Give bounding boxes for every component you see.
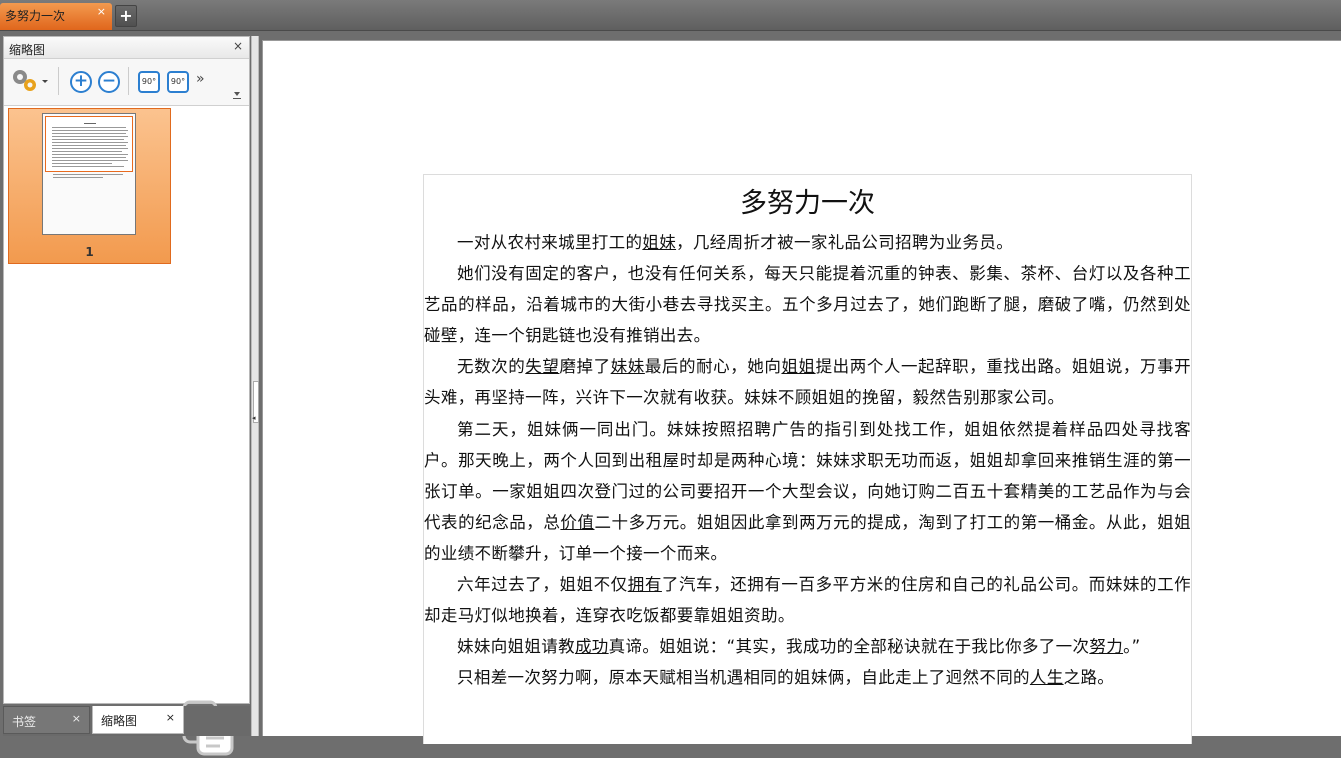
thumbnail-page-preview — [42, 113, 136, 235]
thumbnail-panel: 缩略图 × + − 90° 90° » 1 — [3, 36, 250, 756]
gear-icon — [13, 70, 48, 91]
text-run: 六年过去了，姐姐不仅 — [457, 575, 628, 595]
zoom-out-button[interactable]: − — [98, 71, 120, 93]
tab-bookmarks-label: 书签 — [12, 715, 37, 729]
overflow-chevron-icon[interactable]: » — [196, 71, 210, 95]
text-run: 真谛。姐姐说：“其实，我成功的全部秘诀就在于我比你多了一次 — [608, 637, 1090, 657]
keyword-link[interactable]: 拥有 — [628, 575, 662, 594]
collapse-arrow-icon[interactable]: ◂ — [252, 414, 256, 422]
page-title: 多努力一次 — [740, 188, 875, 219]
settings-dropdown-button[interactable] — [10, 67, 50, 91]
panel-close-icon[interactable]: × — [233, 39, 243, 53]
text-run: 妹妹向姐姐请教 — [457, 637, 575, 657]
keyword-link[interactable]: 姐妹 — [642, 233, 676, 252]
visible-area-highlight — [45, 116, 133, 172]
panel-splitter[interactable]: ◂ — [251, 36, 259, 736]
text-run: 最后的耐心，她向 — [644, 357, 782, 377]
text-run: 之路。 — [1063, 668, 1115, 688]
thumbnail-page-number: 1 — [85, 245, 94, 259]
keyword-link[interactable]: 努力 — [1089, 637, 1123, 656]
document-page: 多努力一次 一对从农村来城里打工的姐妹，几经周折才被一家礼品公司招聘为业务员。她… — [423, 174, 1192, 744]
page-thumbnail[interactable]: 1 — [8, 108, 171, 264]
keyword-link[interactable]: 姐姐 — [781, 357, 815, 376]
toolbar-divider — [128, 67, 129, 95]
keyword-link[interactable]: 成功 — [575, 637, 609, 656]
text-run: 一对从农村来城里打工的 — [457, 233, 643, 252]
toolbar-divider — [58, 67, 59, 95]
keyword-link[interactable]: 人生 — [1030, 668, 1064, 687]
paragraph: 只相差一次努力啊，原本天赋相当机遇相同的姐妹俩，自此走上了迥然不同的人生之路。 — [424, 662, 1191, 693]
document-tab-bar: 多努力一次 × + — [0, 0, 1341, 31]
rotate-left-button[interactable]: 90° — [138, 71, 160, 93]
document-tab[interactable]: 多努力一次 × — [0, 3, 112, 30]
text-run: 她们没有固定的客户，也没有任何关系，每天只能提着沉重的钟表、影集、茶杯、台灯以及… — [424, 264, 1191, 346]
text-run: ，几经周折才被一家礼品公司招聘为业务员。 — [676, 233, 1014, 252]
document-body: 一对从农村来城里打工的姐妹，几经周折才被一家礼品公司招聘为业务员。她们没有固定的… — [424, 227, 1191, 693]
panel-tab-strip: 书签 × 缩略图 × — [3, 706, 250, 736]
tab-bookmarks-close-icon[interactable]: × — [72, 712, 81, 725]
paragraph: 妹妹向姐姐请教成功真谛。姐姐说：“其实，我成功的全部秘诀就在于我比你多了一次努力… — [424, 631, 1191, 662]
close-tab-icon[interactable]: × — [97, 5, 106, 18]
keyword-link[interactable]: 妹妹 — [611, 357, 645, 376]
text-run: 无数次的 — [457, 357, 526, 377]
text-run: 只相差一次努力啊，原本天赋相当机遇相同的姐妹俩，自此走上了迥然不同的 — [457, 668, 1030, 688]
paragraph: 一对从农村来城里打工的姐妹，几经周折才被一家礼品公司招聘为业务员。 — [424, 227, 1191, 258]
rotate-right-button[interactable]: 90° — [167, 71, 189, 93]
new-tab-button[interactable]: + — [115, 5, 137, 27]
text-run: 。” — [1123, 637, 1141, 657]
document-tab-label: 多努力一次 — [5, 9, 66, 23]
text-run: 磨掉了 — [559, 357, 611, 377]
pin-icon[interactable] — [232, 85, 242, 99]
paragraph: 无数次的失望磨掉了妹妹最后的耐心，她向姐姐提出两个人一起辞职，重找出路。姐姐说，… — [424, 351, 1191, 413]
paragraph: 六年过去了，姐姐不仅拥有了汽车，还拥有一百多平方米的住房和自己的礼品公司。而妹妹… — [424, 569, 1191, 631]
tab-thumbnails-close-icon[interactable]: × — [166, 711, 175, 724]
document-view[interactable]: 多努力一次 一对从农村来城里打工的姐妹，几经周折才被一家礼品公司招聘为业务员。她… — [262, 40, 1341, 744]
keyword-link[interactable]: 价值 — [560, 513, 594, 532]
zoom-in-button[interactable]: + — [70, 71, 92, 93]
keyword-link[interactable]: 失望 — [525, 357, 559, 376]
panel-header: 缩略图 × — [4, 37, 249, 59]
tab-thumbnails[interactable]: 缩略图 × — [92, 706, 184, 734]
thumbnail-toolbar: + − 90° 90° » — [4, 59, 249, 106]
tab-bookmarks[interactable]: 书签 × — [3, 706, 90, 734]
panel-title: 缩略图 — [9, 43, 46, 57]
thumbnail-list: 1 — [4, 106, 249, 756]
paragraph: 她们没有固定的客户，也没有任何关系，每天只能提着沉重的钟表、影集、茶杯、台灯以及… — [424, 258, 1191, 351]
tab-thumbnails-label: 缩略图 — [101, 714, 138, 728]
paragraph: 第二天，姐妹俩一同出门。妹妹按照招聘广告的指引到处找工作，姐姐依然提着样品四处寻… — [424, 414, 1191, 569]
